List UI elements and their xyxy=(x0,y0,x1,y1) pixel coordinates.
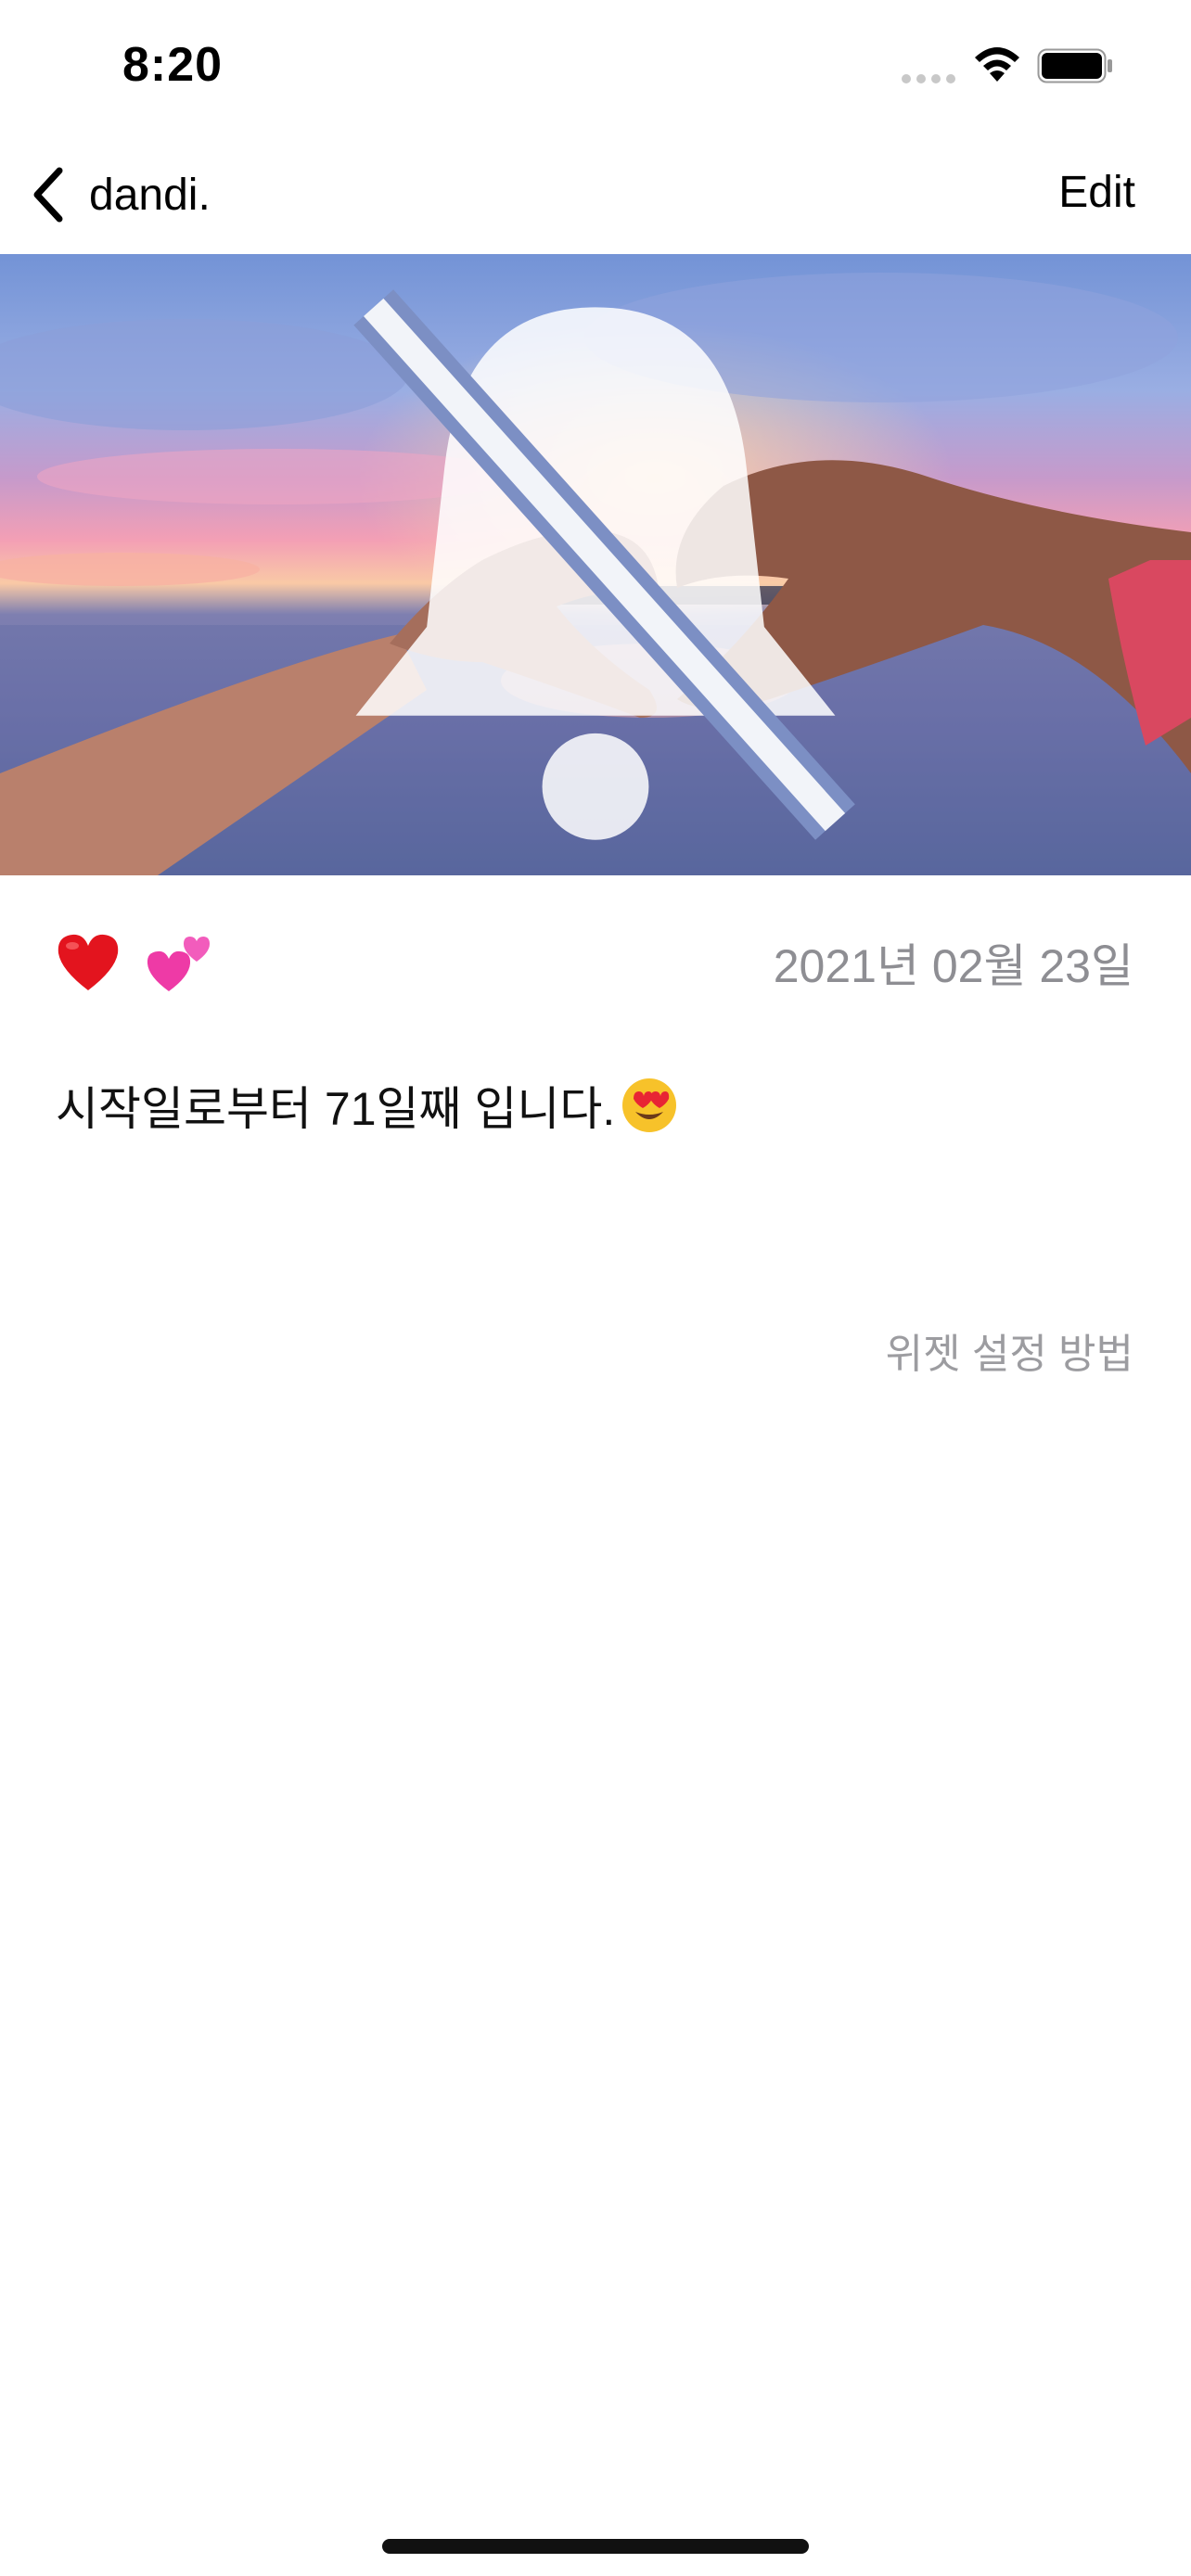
chevron-left-icon xyxy=(33,167,63,223)
bell-slash-icon[interactable] xyxy=(0,254,1191,875)
wifi-icon xyxy=(975,47,1019,82)
status-bar: 8:20 xyxy=(0,0,1191,130)
edit-button[interactable]: Edit xyxy=(1058,167,1135,218)
red-heart-icon xyxy=(58,935,119,991)
status-time: 8:20 xyxy=(122,38,224,92)
widget-setup-link[interactable]: 위젯 설정 방법 xyxy=(886,1320,1133,1380)
back-button-label: dandi. xyxy=(89,170,211,220)
day-count-text: 시작일로부터 71일째 입니다. xyxy=(56,1083,616,1135)
battery-icon xyxy=(1037,48,1112,83)
day-count-message: 시작일로부터 71일째 입니다. xyxy=(56,1072,678,1139)
home-indicator[interactable] xyxy=(382,2539,809,2554)
date-label: 2021년 02월 23일 xyxy=(773,940,1133,992)
navigation-bar: dandi. Edit xyxy=(0,139,1191,250)
two-hearts-icon xyxy=(147,937,211,992)
emoji-row xyxy=(56,927,211,995)
hero-photo xyxy=(0,254,1191,875)
heart-eyes-emoji-icon xyxy=(622,1078,677,1132)
cellular-signal-icon xyxy=(902,74,955,83)
back-button[interactable]: dandi. xyxy=(30,159,211,230)
